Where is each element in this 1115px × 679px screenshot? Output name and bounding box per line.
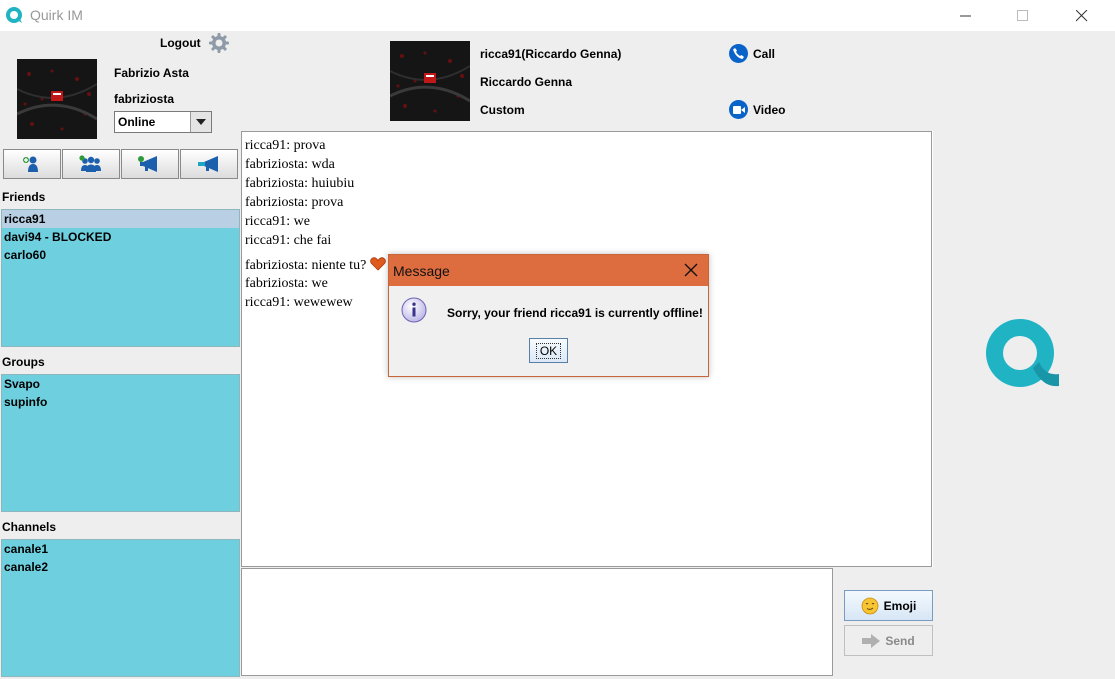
group-item[interactable]: Svapo <box>2 375 239 393</box>
video-camera-icon <box>729 100 748 119</box>
broadcast-button[interactable] <box>180 149 238 179</box>
chat-message-with-emoji: fabriziosta: niente tu? <box>245 257 387 274</box>
chat-message: fabriziosta: we <box>245 276 328 291</box>
chat-message: fabriziosta: prova <box>245 195 344 210</box>
info-icon <box>401 297 427 323</box>
broadcast-megaphone-icon <box>198 156 218 172</box>
chat-header: ricca91(Riccardo Genna) Riccardo Genna C… <box>241 31 933 131</box>
send-arrow-icon <box>862 633 881 648</box>
contacts-toolbar <box>3 149 240 179</box>
channels-label: Channels <box>2 520 57 534</box>
right-panel <box>933 31 1115 679</box>
contact-name: Riccardo Genna <box>480 75 573 89</box>
chat-message: ricca91: wewewew <box>245 295 353 310</box>
minimize-icon <box>960 15 971 16</box>
chat-message: fabriziosta: wda <box>245 157 335 172</box>
channel-item[interactable]: canale2 <box>2 558 239 576</box>
close-icon <box>1076 9 1088 21</box>
heart-emoji-icon <box>370 257 387 271</box>
user-username: fabriziosta <box>114 92 175 106</box>
status-dropdown[interactable]: Online <box>114 111 212 133</box>
channels-list[interactable]: canale1 canale2 <box>1 539 240 677</box>
minimize-button[interactable] <box>943 0 989 31</box>
friend-item[interactable]: ricca91 <box>2 210 239 228</box>
user-full-name: Fabrizio Asta <box>114 66 189 80</box>
chat-message: ricca91: prova <box>245 138 326 153</box>
chat-message-text: fabriziosta: niente tu? <box>245 258 367 273</box>
contact-avatar <box>390 41 470 121</box>
channel-item[interactable]: canale1 <box>2 540 239 558</box>
maximize-icon <box>1017 9 1028 21</box>
video-button[interactable]: Video <box>729 100 785 119</box>
add-channel-button[interactable] <box>121 149 179 179</box>
friend-item[interactable]: carlo60 <box>2 246 239 264</box>
message-input[interactable] <box>241 568 833 676</box>
video-label: Video <box>753 102 786 117</box>
dialog-message: Sorry, your friend ricca91 is currently … <box>447 306 703 320</box>
emoji-label: Emoji <box>883 598 917 613</box>
status-value: Online <box>118 115 156 129</box>
ok-button[interactable]: OK <box>529 338 568 363</box>
close-window-button[interactable] <box>1059 0 1105 31</box>
chat-message: ricca91: we <box>245 214 310 229</box>
title-bar: Quirk IM <box>0 0 1115 31</box>
dialog-title-bar: Message <box>389 255 708 286</box>
megaphone-icon <box>138 156 157 172</box>
dialog-close-icon[interactable] <box>684 263 698 277</box>
phone-icon <box>729 44 748 63</box>
add-group-icon <box>79 155 101 172</box>
friends-list[interactable]: ricca91 davi94 - BLOCKED carlo60 <box>1 209 240 347</box>
maximize-button[interactable] <box>1000 0 1046 31</box>
chat-message: ricca91: che fai <box>245 233 332 248</box>
smiley-icon <box>861 597 879 614</box>
window-title: Quirk IM <box>30 7 83 23</box>
contact-status: Custom <box>480 103 525 117</box>
user-avatar <box>17 59 97 139</box>
ok-label: OK <box>535 342 562 359</box>
friends-label: Friends <box>2 190 46 204</box>
send-label: Send <box>885 633 915 648</box>
call-button[interactable]: Call <box>729 44 775 63</box>
groups-label: Groups <box>2 355 45 369</box>
add-friend-button[interactable] <box>3 149 61 179</box>
chevron-down-icon[interactable] <box>190 112 211 132</box>
add-friend-icon <box>23 156 38 172</box>
left-panel: Logout Fabrizio Asta fabriziosta Online <box>0 31 241 679</box>
gear-icon[interactable] <box>208 32 230 54</box>
contact-id: ricca91(Riccardo Genna) <box>480 47 622 61</box>
add-group-button[interactable] <box>62 149 120 179</box>
call-label: Call <box>753 46 776 61</box>
groups-list[interactable]: Svapo supinfo <box>1 374 240 512</box>
friend-item[interactable]: davi94 - BLOCKED <box>2 228 239 246</box>
dialog-title: Message <box>393 263 450 279</box>
quirk-logo-icon <box>986 319 1059 387</box>
logout-link[interactable]: Logout <box>160 36 201 50</box>
app-logo-icon <box>6 7 22 23</box>
send-button[interactable]: Send <box>844 625 933 656</box>
emoji-button[interactable]: Emoji <box>844 590 933 621</box>
chat-message: fabriziosta: huiubiu <box>245 176 355 191</box>
group-item[interactable]: supinfo <box>2 393 239 411</box>
message-dialog: Message Sorry, your friend ricca91 is cu… <box>388 254 709 377</box>
